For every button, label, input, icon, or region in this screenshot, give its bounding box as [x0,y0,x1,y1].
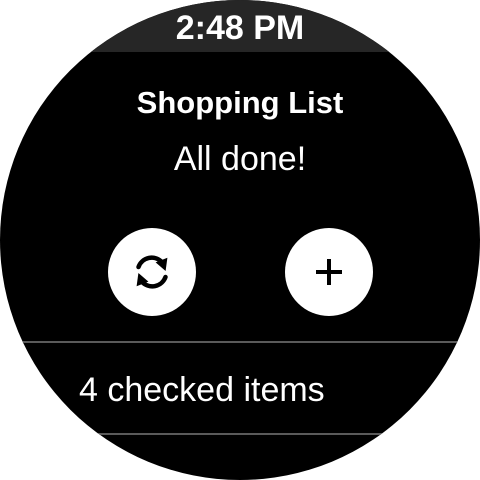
status-message: All done! [173,140,307,178]
refresh-button[interactable] [108,228,196,316]
status-bar: 2:48 PM [0,0,480,52]
page-title: Shopping List [136,85,344,120]
plus-icon [316,259,342,285]
checked-items-row[interactable]: 4 checked items [0,343,480,433]
watch-screen: 2:48 PM Shopping List All done! 4 checke… [0,0,480,480]
refresh-icon [136,255,168,289]
divider [0,433,480,435]
checked-items-label: 4 checked items [79,371,325,409]
add-item-button[interactable] [285,228,373,316]
status-time: 2:48 PM [175,9,305,47]
